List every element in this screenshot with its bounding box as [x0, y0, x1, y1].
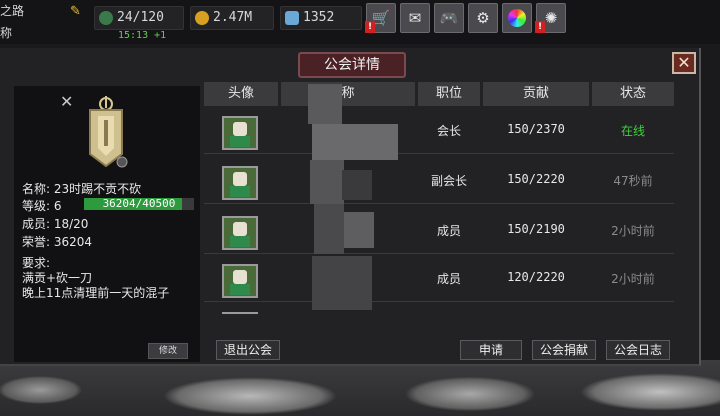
gold-value: 2.47M: [213, 10, 253, 25]
background-scenery: [0, 360, 720, 416]
name-redaction: [308, 84, 342, 124]
gem-value: 1352: [303, 10, 335, 25]
guild-exp-bar: 36204/40500: [84, 197, 194, 210]
alert-badge: !: [535, 21, 545, 33]
guild-honor: 荣誉: 36204: [22, 235, 93, 249]
gold-coin-icon: [195, 11, 209, 25]
member-position: 成员: [436, 272, 461, 286]
member-contribution: 150/2220: [507, 172, 565, 186]
gold-counter: 2.47M: [190, 6, 274, 30]
table-row[interactable]: 副会长 150/2220 47秒前: [204, 160, 674, 204]
settings-button[interactable]: ⚙: [468, 3, 498, 33]
header-status: 状态: [592, 82, 674, 106]
table-row[interactable]: 成员 120/2220 2小时前: [204, 258, 674, 302]
guild-log-button[interactable]: 公会日志: [606, 340, 670, 360]
name-redaction: [310, 160, 344, 204]
header-avatar: 头像: [204, 82, 278, 106]
stamina-icon: [99, 11, 113, 25]
guild-name: 名称: 23时踢不贡不砍: [22, 182, 142, 196]
alert-badge: !: [365, 21, 375, 33]
guild-donate-button[interactable]: 公会捐献: [532, 340, 596, 360]
stamina-timer: 15:13 +1: [118, 30, 167, 41]
member-list[interactable]: 会长 150/2370 在线 副会长 150/2220 47秒前 成员 150/…: [204, 110, 674, 314]
mail-button[interactable]: ✉: [400, 3, 430, 33]
member-status: 2小时前: [611, 224, 655, 238]
name-redaction: [314, 204, 344, 254]
member-contribution: 120/2220: [507, 270, 565, 284]
header-contribution: 贡献: [483, 82, 589, 106]
gamepad-button[interactable]: 🎮: [434, 3, 464, 33]
table-row[interactable]: [204, 306, 674, 314]
gem-icon: [285, 11, 299, 25]
table-row[interactable]: 会长 150/2370 在线: [204, 110, 674, 154]
requirement-line-2: 晚上11点清理前一天的混子: [22, 286, 170, 300]
dialog-title: 公会详情: [298, 52, 406, 78]
member-status: 在线: [620, 124, 645, 138]
close-button[interactable]: ✕: [672, 52, 696, 74]
color-wheel-icon: [508, 9, 526, 27]
table-row[interactable]: 成员 150/2190 2小时前: [204, 210, 674, 254]
name-redaction: [312, 124, 398, 160]
player-title: 之路 称: [0, 4, 25, 40]
member-avatar: [222, 264, 258, 298]
mail-icon: ✉: [408, 9, 422, 27]
member-avatar: [222, 216, 258, 250]
top-bar: 之路 称 ✎ 24/120 15:13 +1 2.47M 1352 🛒 ! ✉ …: [0, 0, 720, 44]
member-avatar: [222, 312, 258, 314]
member-avatar: [222, 166, 258, 200]
stamina-counter: 24/120: [94, 6, 184, 30]
member-avatar: [222, 116, 258, 150]
edit-button[interactable]: 修改: [148, 343, 188, 359]
gem-counter: 1352: [280, 6, 362, 30]
gamepad-icon: 🎮: [439, 9, 459, 27]
name-redaction: [342, 170, 372, 200]
member-contribution: 150/2370: [507, 122, 565, 136]
edit-name-icon[interactable]: ✎: [70, 4, 86, 19]
member-position: 副会长: [430, 174, 467, 188]
apply-button[interactable]: 申请: [460, 340, 522, 360]
guild-level: 等级: 6: [22, 199, 62, 213]
guild-members: 成员: 18/20: [22, 217, 89, 231]
name-redaction: [312, 256, 372, 310]
member-status: 47秒前: [613, 174, 653, 188]
header-name: 称: [281, 82, 415, 106]
name-redaction: [344, 212, 374, 248]
guild-banner-icon: [89, 96, 128, 168]
member-position: 成员: [436, 224, 461, 238]
member-status: 2小时前: [611, 272, 655, 286]
shop-button[interactable]: 🛒 !: [365, 3, 396, 33]
firework-button[interactable]: ✺ !: [535, 3, 566, 33]
stamina-value: 24/120: [117, 10, 164, 25]
member-position: 会长: [436, 124, 461, 138]
member-contribution: 150/2190: [507, 222, 565, 236]
header-position: 职位: [418, 82, 480, 106]
color-wheel-button[interactable]: [502, 3, 532, 33]
leave-guild-button[interactable]: 退出公会: [216, 340, 280, 360]
guild-exp-text: 36204/40500: [102, 197, 176, 210]
firework-icon: ✺: [544, 9, 558, 27]
close-mark-icon: ✕: [60, 92, 74, 111]
gear-icon: ⚙: [476, 9, 490, 27]
